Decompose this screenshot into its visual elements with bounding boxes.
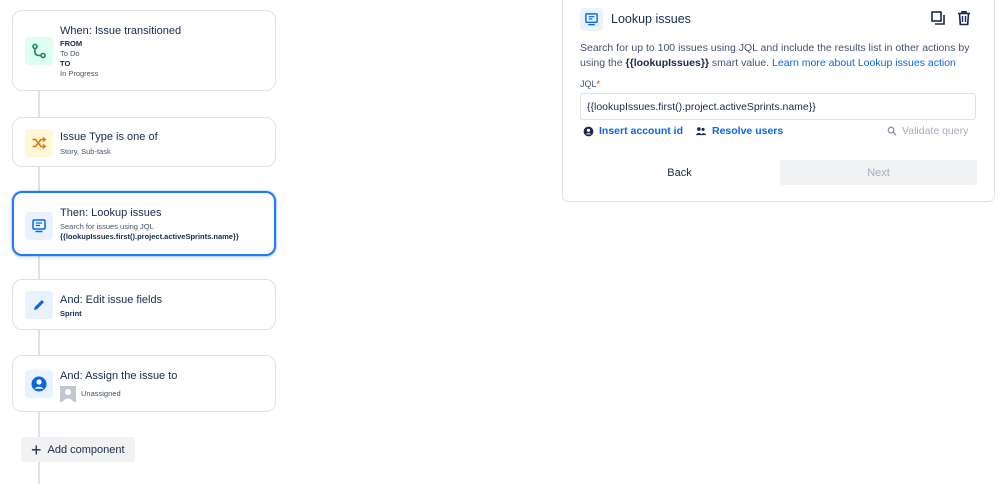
- validate-query-button[interactable]: Validate query: [887, 125, 968, 137]
- condition-title: Issue Type is one of: [60, 131, 158, 143]
- flow-connector: [38, 330, 40, 355]
- flow-connector: [38, 91, 40, 117]
- copy-icon[interactable]: [928, 8, 948, 28]
- person-circle-icon: [583, 126, 594, 137]
- condition-card[interactable]: Issue Type is one of Story, Sub-task: [12, 117, 276, 167]
- condition-subtitle: Story, Sub-task: [60, 147, 111, 156]
- edit-subtitle: Sprint: [60, 309, 82, 318]
- validate-query-label: Validate query: [902, 125, 969, 137]
- assign-title: And: Assign the issue to: [60, 370, 178, 382]
- flow-connector: [38, 462, 40, 484]
- insert-account-id-button[interactable]: Insert account id: [583, 125, 683, 137]
- lookup-query: {{lookupIssues.first().project.activeSpr…: [60, 232, 239, 241]
- resolve-users-button[interactable]: Resolve users: [695, 125, 783, 137]
- insert-account-id-label: Insert account id: [599, 125, 684, 137]
- lookup-title: Then: Lookup issues: [60, 207, 162, 219]
- back-button[interactable]: Back: [580, 160, 779, 185]
- lookup-subtitle: Search for issues using JQL: [60, 222, 154, 231]
- trigger-to-value: In Progress: [60, 69, 99, 78]
- shuffle-icon: [25, 129, 53, 157]
- jql-input[interactable]: [580, 93, 976, 120]
- panel-desc-text-2: smart value.: [709, 57, 773, 69]
- required-mark: *: [596, 79, 601, 89]
- branch-icon: [25, 37, 53, 65]
- monitor-icon: [580, 8, 603, 31]
- edit-title: And: Edit issue fields: [60, 294, 163, 306]
- search-icon: [887, 126, 897, 136]
- resolve-users-label: Resolve users: [712, 125, 784, 137]
- trigger-card[interactable]: When: Issue transitioned FROM To Do TO I…: [12, 10, 276, 91]
- add-component-button[interactable]: + Add component: [21, 437, 135, 462]
- pencil-icon: [25, 291, 53, 319]
- trigger-from-value: To Do: [60, 49, 80, 58]
- flow-connector: [38, 256, 40, 279]
- smart-value: {{lookupIssues}}: [625, 57, 709, 69]
- trigger-title: When: Issue transitioned: [60, 25, 182, 37]
- assign-subtitle: Unassigned: [81, 389, 121, 398]
- learn-more-link[interactable]: Learn more about Lookup issues action: [772, 57, 956, 69]
- monitor-icon: [25, 212, 53, 240]
- avatar: [60, 386, 76, 402]
- jql-label-text: JQL: [580, 79, 597, 89]
- jql-label: JQL*: [580, 79, 600, 89]
- assign-action-card[interactable]: And: Assign the issue to Unassigned: [12, 355, 276, 412]
- person-circle-icon: [25, 370, 53, 398]
- people-icon: [695, 126, 707, 137]
- flow-connector: [38, 167, 40, 191]
- add-component-label: Add component: [47, 443, 125, 456]
- next-button[interactable]: Next: [780, 160, 977, 185]
- edit-action-card[interactable]: And: Edit issue fields Sprint: [12, 279, 276, 330]
- lookup-action-card[interactable]: Then: Lookup issues Search for issues us…: [12, 191, 276, 256]
- panel-title: Lookup issues: [611, 12, 691, 26]
- trigger-from-label: FROM: [60, 39, 83, 48]
- panel-description: Search for up to 100 issues using JQL an…: [580, 41, 980, 71]
- plus-icon: +: [31, 439, 42, 460]
- trash-icon[interactable]: [954, 8, 974, 28]
- lookup-issues-panel: Lookup issues Search for up to 100 issue…: [562, 0, 995, 202]
- trigger-to-label: TO: [60, 59, 71, 68]
- flow-connector: [38, 412, 40, 437]
